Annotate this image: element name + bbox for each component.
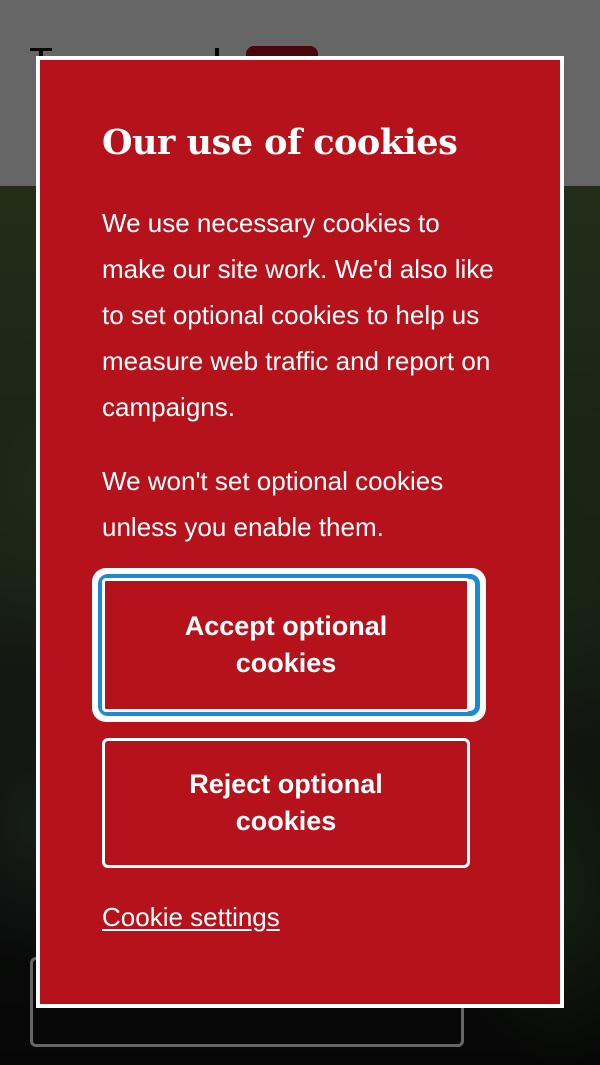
cookie-description: We use necessary cookies to make our sit…: [102, 208, 494, 422]
optional-cookies-note: We won't set optional cookies unless you…: [102, 466, 444, 542]
cookie-modal: Our use of cookies We use necessary cook…: [36, 56, 564, 1008]
reject-button-label: Reject optional cookies: [189, 769, 383, 836]
accept-optional-cookies-button[interactable]: Accept optional cookies: [102, 578, 470, 712]
cookie-settings-link[interactable]: Cookie settings: [102, 902, 280, 933]
reject-optional-cookies-button[interactable]: Reject optional cookies: [102, 738, 470, 868]
modal-title: Our use of cookies: [102, 122, 458, 163]
accept-button-label: Accept optional cookies: [184, 611, 388, 678]
